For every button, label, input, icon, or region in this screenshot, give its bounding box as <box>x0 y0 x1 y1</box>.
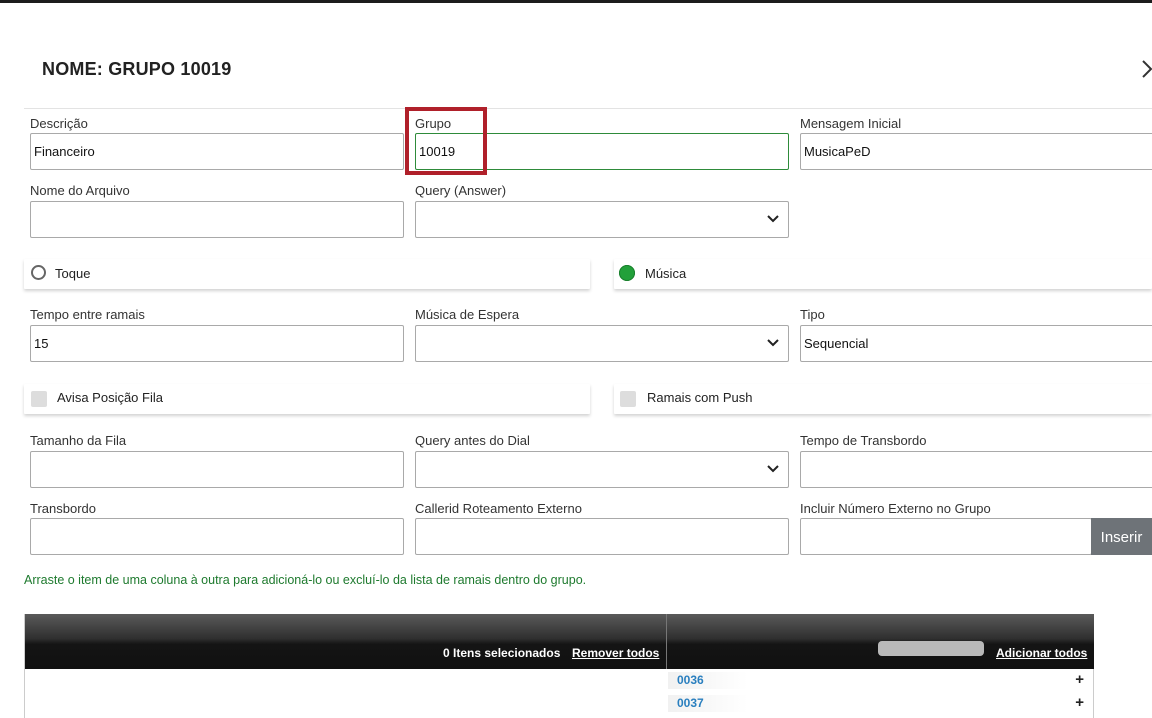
query-answer-select[interactable] <box>415 201 789 238</box>
mensagem-inicial-field[interactable]: MusicaPeD <box>800 133 1152 170</box>
list-item[interactable]: 0036 + <box>666 670 1092 691</box>
plus-icon[interactable]: + <box>1075 694 1084 711</box>
numero-externo-label: Incluir Número Externo no Grupo <box>800 501 991 516</box>
nome-arquivo-field[interactable] <box>30 201 404 238</box>
modal-title: NOME: GRUPO 10019 <box>42 59 232 79</box>
add-all-link[interactable]: Adicionar todos <box>996 646 1087 660</box>
avisa-posicao-checkbox-card[interactable]: Avisa Posição Fila <box>24 384 590 414</box>
tamanho-fila-field[interactable] <box>30 451 404 488</box>
grupo-highlight-box <box>405 107 487 175</box>
callerid-roteamento-label: Callerid Roteamento Externo <box>415 501 582 516</box>
inserir-button[interactable]: Inserir <box>1091 518 1152 555</box>
tempo-entre-ramais-label: Tempo entre ramais <box>30 307 145 322</box>
tempo-transbordo-label: Tempo de Transbordo <box>800 433 927 448</box>
transbordo-label: Transbordo <box>30 501 96 516</box>
radio-toque[interactable]: Toque <box>24 259 590 289</box>
ramais-push-checkbox[interactable] <box>620 391 636 407</box>
selected-extensions-panel: 0 Itens selecionados Remover todos <box>24 614 667 718</box>
tipo-select[interactable]: Sequencial <box>800 325 1152 362</box>
musica-espera-label: Música de Espera <box>415 307 520 322</box>
list-item[interactable]: 0037 + <box>666 693 1092 714</box>
musica-espera-select[interactable] <box>415 325 789 362</box>
callerid-roteamento-field[interactable] <box>415 518 789 555</box>
remove-all-link[interactable]: Remover todos <box>572 646 659 660</box>
query-antes-dial-select[interactable] <box>415 451 789 488</box>
ramais-push-checkbox-card[interactable]: Ramais com Push <box>614 384 1152 414</box>
descricao-field[interactable]: Financeiro <box>30 133 404 170</box>
tempo-entre-ramais-field[interactable]: 15 <box>30 325 404 362</box>
numero-externo-field[interactable] <box>800 518 1092 555</box>
ramais-push-label: Ramais com Push <box>647 390 753 405</box>
avisa-posicao-label: Avisa Posição Fila <box>57 390 163 405</box>
radio-musica[interactable]: Música <box>614 259 1152 289</box>
extension-code: 0036 <box>677 673 704 687</box>
available-search-input[interactable] <box>878 641 984 656</box>
tipo-label: Tipo <box>800 307 825 322</box>
avisa-posicao-checkbox[interactable] <box>31 391 47 407</box>
radio-toque-label: Toque <box>55 266 91 281</box>
descricao-label: Descrição <box>30 116 88 131</box>
chevron-down-icon <box>767 339 779 347</box>
selected-panel-header: 0 Itens selecionados Remover todos <box>25 614 667 669</box>
drag-hint-text: Arraste o item de uma coluna à outra par… <box>24 573 587 587</box>
extension-code: 0037 <box>677 696 704 710</box>
close-icon[interactable] <box>1140 58 1152 80</box>
radio-toque-circle[interactable] <box>31 265 46 280</box>
query-antes-dial-label: Query antes do Dial <box>415 433 530 448</box>
available-extensions-panel: Adicionar todos 0036 + 0037 + <box>666 614 1094 718</box>
nome-arquivo-label: Nome do Arquivo <box>30 183 130 198</box>
query-answer-label: Query (Answer) <box>415 183 507 198</box>
selected-count: 0 Itens selecionados <box>443 646 561 660</box>
radio-musica-circle[interactable] <box>619 265 635 281</box>
top-bar <box>0 0 1152 3</box>
mensagem-inicial-label: Mensagem Inicial <box>800 116 902 131</box>
chevron-down-icon <box>767 465 779 473</box>
plus-icon[interactable]: + <box>1075 671 1084 688</box>
transbordo-field[interactable] <box>30 518 404 555</box>
header-divider <box>24 108 1152 109</box>
chevron-down-icon <box>767 215 779 223</box>
radio-musica-label: Música <box>645 266 687 281</box>
tempo-transbordo-field[interactable] <box>800 451 1152 488</box>
available-panel-header: Adicionar todos <box>666 614 1094 669</box>
tamanho-fila-label: Tamanho da Fila <box>30 433 127 448</box>
